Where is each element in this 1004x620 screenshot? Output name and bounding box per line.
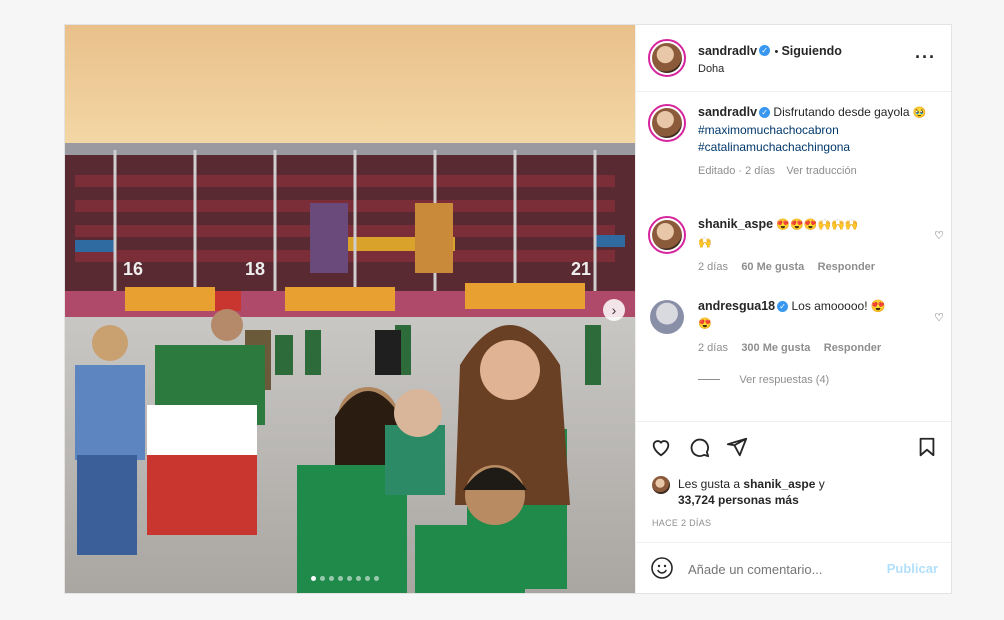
comment-like-heart-icon[interactable]: ♡: [934, 228, 944, 245]
comment-text: Los amooooo! 😍: [791, 299, 886, 313]
post-timestamp: HACE 2 DÍAS: [652, 518, 712, 528]
carousel-dot: [311, 576, 316, 581]
carousel-dot: [347, 576, 352, 581]
reply-button[interactable]: Responder: [818, 261, 875, 273]
likes-prefix: Les gusta a: [678, 477, 741, 491]
author-username[interactable]: sandradlv: [698, 44, 757, 58]
save-bookmark-icon[interactable]: [916, 436, 938, 458]
carousel-indicator: [311, 576, 379, 581]
caption-meta: Editado · 2 días: [698, 165, 776, 177]
comment-bubble-icon[interactable]: [688, 436, 710, 458]
comment-time: 2 días: [698, 261, 728, 273]
like-heart-icon[interactable]: [650, 436, 672, 458]
author-avatar[interactable]: [648, 39, 686, 77]
comment-username[interactable]: andresgua18: [698, 299, 775, 313]
post-card: 16 18 21 › sandradlv ✓ • Siguiendo Doha …: [64, 24, 952, 594]
follow-status-button[interactable]: Siguiendo: [781, 44, 841, 58]
comment-item: shanik_aspe 😍😍😍🙌🙌🙌 🙌 2 días 60 Me gusta …: [648, 216, 944, 276]
share-send-icon[interactable]: [726, 436, 748, 458]
verified-badge-icon: ✓: [777, 301, 789, 313]
comment-item: andresgua18 ✓ Los amooooo! 😍 😍 2 días 300…: [648, 298, 944, 398]
carousel-dot: [356, 576, 361, 581]
caption-emoji: 🥹: [912, 107, 927, 119]
translate-link[interactable]: Ver traducción: [786, 165, 856, 177]
emoji-smiley-icon[interactable]: [650, 556, 674, 580]
caption-avatar[interactable]: [648, 104, 686, 142]
publish-button[interactable]: Publicar: [887, 561, 938, 576]
comment-time: 2 días: [698, 342, 728, 354]
stadium-number-16: 16: [123, 259, 143, 279]
location-link[interactable]: Doha: [698, 63, 724, 75]
comment-composer: Publicar: [636, 542, 951, 593]
hashtag-link[interactable]: #catalinamuchachachingona: [698, 140, 850, 154]
post-header: sandradlv ✓ • Siguiendo Doha ···: [636, 25, 951, 92]
reply-button[interactable]: Responder: [824, 342, 881, 354]
replies-line: [698, 379, 720, 381]
hashtag-link[interactable]: #maximomuchachocabron: [698, 123, 839, 137]
caption-username[interactable]: sandradlv: [698, 105, 757, 119]
comment-text: 😍😍😍🙌🙌🙌: [776, 219, 859, 231]
comment-likes[interactable]: 60 Me gusta: [741, 261, 804, 273]
comment-avatar[interactable]: [648, 216, 686, 254]
likes-conj: y: [818, 477, 825, 491]
stadium-number-21: 21: [571, 259, 591, 279]
caption-text: Disfrutando desde gayola: [773, 105, 910, 119]
carousel-dot: [374, 576, 379, 581]
comment-likes[interactable]: 300 Me gusta: [741, 342, 810, 354]
post-side-panel: sandradlv ✓ • Siguiendo Doha ··· sandradl…: [635, 25, 951, 593]
carousel-dot: [338, 576, 343, 581]
likes-count[interactable]: 33,724 personas más: [678, 493, 799, 507]
stadium-photo: 16 18 21: [65, 25, 635, 593]
liker-username[interactable]: shanik_aspe: [743, 477, 815, 491]
comment-text-cont: 🙌: [698, 237, 712, 249]
view-replies-button[interactable]: Ver respuestas (4): [739, 374, 829, 386]
carousel-dot: [365, 576, 370, 581]
next-photo-button[interactable]: ›: [603, 299, 625, 321]
comment-like-heart-icon[interactable]: ♡: [934, 310, 944, 327]
verified-badge-icon: ✓: [759, 107, 771, 119]
more-horizontal-icon[interactable]: ···: [915, 47, 936, 68]
comment-avatar[interactable]: [650, 300, 684, 334]
caption: sandradlv ✓ Disfrutando desde gayola 🥹 #m…: [648, 104, 938, 199]
likes-summary: Les gusta a shanik_aspe y 33,724 persona…: [652, 476, 825, 508]
comments-section: sandradlv ✓ Disfrutando desde gayola 🥹 #m…: [636, 92, 951, 420]
verified-badge-icon: ✓: [759, 45, 771, 57]
carousel-dot: [329, 576, 334, 581]
comment-input[interactable]: [686, 557, 880, 581]
liker-avatar[interactable]: [652, 476, 670, 494]
carousel-dot: [320, 576, 325, 581]
comment-text-cont: 😍: [698, 318, 712, 330]
stadium-number-18: 18: [245, 259, 265, 279]
comment-username[interactable]: shanik_aspe: [698, 217, 773, 231]
post-photo[interactable]: 16 18 21 ›: [65, 25, 635, 593]
